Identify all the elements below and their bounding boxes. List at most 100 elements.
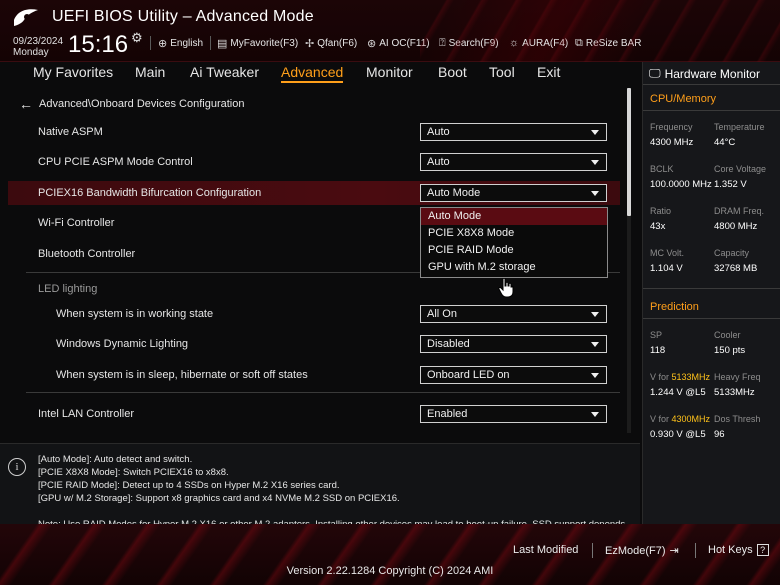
- clock-settings-icon[interactable]: ⚙: [131, 30, 143, 46]
- back-arrow-icon[interactable]: ←: [19, 96, 33, 112]
- intel-lan-select[interactable]: Enabled: [420, 405, 607, 423]
- ai-oc-button[interactable]: ⊛ AI OC(F11): [367, 37, 430, 50]
- dropdown-option-pcie-raid[interactable]: PCIE RAID Mode: [421, 242, 607, 259]
- tab-my-favorites[interactable]: My Favorites: [33, 64, 113, 80]
- globe-icon: ⊕: [158, 38, 168, 50]
- chevron-down-icon: [591, 373, 599, 378]
- setting-intel-lan[interactable]: Intel LAN Controller Enabled: [8, 402, 620, 426]
- prediction-heading: Prediction: [650, 301, 699, 313]
- cooler-label: Cooler: [714, 330, 741, 340]
- qfan-button[interactable]: ✢ Qfan(F6): [305, 37, 357, 50]
- qfan-label: Qfan(F6): [317, 38, 358, 49]
- led-working-select[interactable]: All On: [420, 305, 607, 323]
- resize-bar-icon: ⧉: [575, 37, 583, 49]
- day-text: Monday: [13, 47, 49, 58]
- cooler-value: 150 pts: [714, 345, 746, 356]
- hw-divider: [643, 288, 780, 289]
- frequency-label: Frequency: [650, 122, 693, 132]
- windows-dynamic-lighting-select[interactable]: Disabled: [420, 335, 607, 353]
- mc-volt-label: MC Volt.: [650, 248, 685, 258]
- tab-boot[interactable]: Boot: [438, 64, 467, 80]
- frequency-value: 4300 MHz: [650, 137, 694, 148]
- hotkeys-button[interactable]: Hot Keys ?: [708, 544, 769, 556]
- info-icon: i: [8, 458, 26, 476]
- app-title: UEFI BIOS Utility – Advanced Mode: [52, 8, 314, 25]
- dos-thresh-value: 96: [714, 429, 725, 440]
- tab-advanced[interactable]: Advanced: [281, 64, 344, 83]
- dram-freq-value: 4800 MHz: [714, 221, 758, 232]
- dropdown-option-gpu-m2[interactable]: GPU with M.2 storage: [421, 259, 607, 276]
- scrollbar-thumb[interactable]: [627, 88, 631, 216]
- help-icon: ?: [756, 544, 769, 556]
- dropdown-option-pcie-x8x8[interactable]: PCIE X8X8 Mode: [421, 225, 607, 242]
- dos-thresh-label: Dos Thresh: [714, 414, 761, 424]
- setting-label: PCIEX16 Bandwidth Bifurcation Configurat…: [38, 187, 262, 199]
- setting-label: When system is in sleep, hibernate or so…: [56, 369, 308, 381]
- tab-exit[interactable]: Exit: [537, 64, 560, 80]
- exit-arrow-icon: ⇥: [669, 545, 679, 557]
- myfavorite-button[interactable]: ▤ MyFavorite(F3): [217, 37, 298, 50]
- ai-oc-icon: ⊛: [367, 38, 377, 50]
- pciex16-bifurcation-select[interactable]: Auto Mode: [420, 184, 607, 202]
- title-bar: UEFI BIOS Utility – Advanced Mode 09/23/…: [0, 0, 780, 62]
- ezmode-label: EzMode(F7): [605, 544, 666, 557]
- setting-led-working[interactable]: When system is in working state All On: [8, 302, 620, 326]
- breadcrumb: ← Advanced\Onboard Devices Configuration: [19, 96, 244, 112]
- hotkeys-label: Hot Keys: [708, 544, 753, 556]
- bclk-label: BCLK: [650, 164, 674, 174]
- search-label: Search(F9): [448, 38, 499, 49]
- clock-time: 15:16: [68, 31, 129, 58]
- v-for-freq: 4300MHz: [671, 414, 711, 424]
- bclk-value: 100.0000 MHz: [650, 179, 712, 190]
- chevron-down-icon: [591, 312, 599, 317]
- v-for-dos-label: V for 4300MHz: [650, 414, 710, 424]
- search-button[interactable]: ⍰ Search(F9): [439, 37, 499, 50]
- help-panel: i [Auto Mode]: Auto detect and switch. […: [0, 443, 640, 524]
- ratio-label: Ratio: [650, 206, 672, 216]
- led-sleep-select[interactable]: Onboard LED on: [420, 366, 607, 384]
- setting-led-sleep[interactable]: When system is in sleep, hibernate or so…: [8, 363, 620, 387]
- footer-divider: [695, 543, 696, 558]
- last-modified-button[interactable]: Last Modified: [513, 544, 578, 556]
- native-aspm-select[interactable]: Auto: [420, 123, 607, 141]
- breadcrumb-path: Advanced\Onboard Devices Configuration: [39, 98, 245, 110]
- hw-divider: [643, 84, 780, 85]
- select-value: Auto: [427, 126, 450, 138]
- date-display: 09/23/2024 Monday: [13, 36, 63, 58]
- led-lighting-heading: LED lighting: [38, 283, 98, 295]
- select-value: Onboard LED on: [427, 369, 510, 381]
- chevron-down-icon: [591, 160, 599, 165]
- aura-button[interactable]: ☼ AURA(F4): [509, 37, 568, 49]
- temperature-label: Temperature: [714, 122, 765, 132]
- tab-main[interactable]: Main: [135, 64, 165, 80]
- resize-bar-label: ReSize BAR: [585, 38, 642, 49]
- sp-label: SP: [650, 330, 663, 340]
- sp-value: 118: [650, 345, 666, 356]
- setting-windows-dynamic-lighting[interactable]: Windows Dynamic Lighting Disabled: [8, 332, 620, 356]
- ezmode-button[interactable]: EzMode(F7) ⇥: [605, 544, 679, 558]
- dropdown-option-auto-mode[interactable]: Auto Mode: [421, 208, 607, 225]
- tab-ai-tweaker[interactable]: Ai Tweaker: [190, 64, 259, 80]
- resize-bar-button[interactable]: ⧉ ReSize BAR: [575, 37, 641, 50]
- header-divider: [210, 36, 211, 50]
- v-for-heavy-value: 1.244 V @L5: [650, 387, 706, 398]
- last-modified-label: Last Modified: [513, 544, 579, 556]
- setting-pciex16-bifurcation[interactable]: PCIEX16 Bandwidth Bifurcation Configurat…: [8, 181, 620, 205]
- tab-tool[interactable]: Tool: [489, 64, 515, 80]
- version-text: Version 2.22.1284 Copyright (C) 2024 AMI: [286, 565, 494, 577]
- tab-monitor[interactable]: Monitor: [366, 64, 413, 80]
- chevron-down-icon: [591, 412, 599, 417]
- help-line: [PCIE X8X8 Mode]: Switch PCIEX16 to x8x8…: [38, 467, 229, 478]
- favorite-icon: ▤: [217, 38, 228, 50]
- setting-cpu-pcie-aspm[interactable]: CPU PCIE ASPM Mode Control Auto: [8, 150, 620, 174]
- section-divider: [26, 392, 620, 393]
- temperature-value: 44°C: [714, 137, 736, 148]
- setting-label: Wi-Fi Controller: [38, 217, 115, 229]
- cpu-pcie-aspm-select[interactable]: Auto: [420, 153, 607, 171]
- setting-native-aspm[interactable]: Native ASPM Auto: [8, 120, 620, 144]
- v-for-heavy-label: V for 5133MHz: [650, 372, 710, 382]
- main-menu: My Favorites Main Ai Tweaker Advanced Mo…: [0, 62, 640, 84]
- mc-volt-value: 1.104 V: [650, 263, 683, 274]
- language-button[interactable]: ⊕ English: [158, 37, 203, 50]
- settings-panel: ← Advanced\Onboard Devices Configuration…: [8, 86, 636, 436]
